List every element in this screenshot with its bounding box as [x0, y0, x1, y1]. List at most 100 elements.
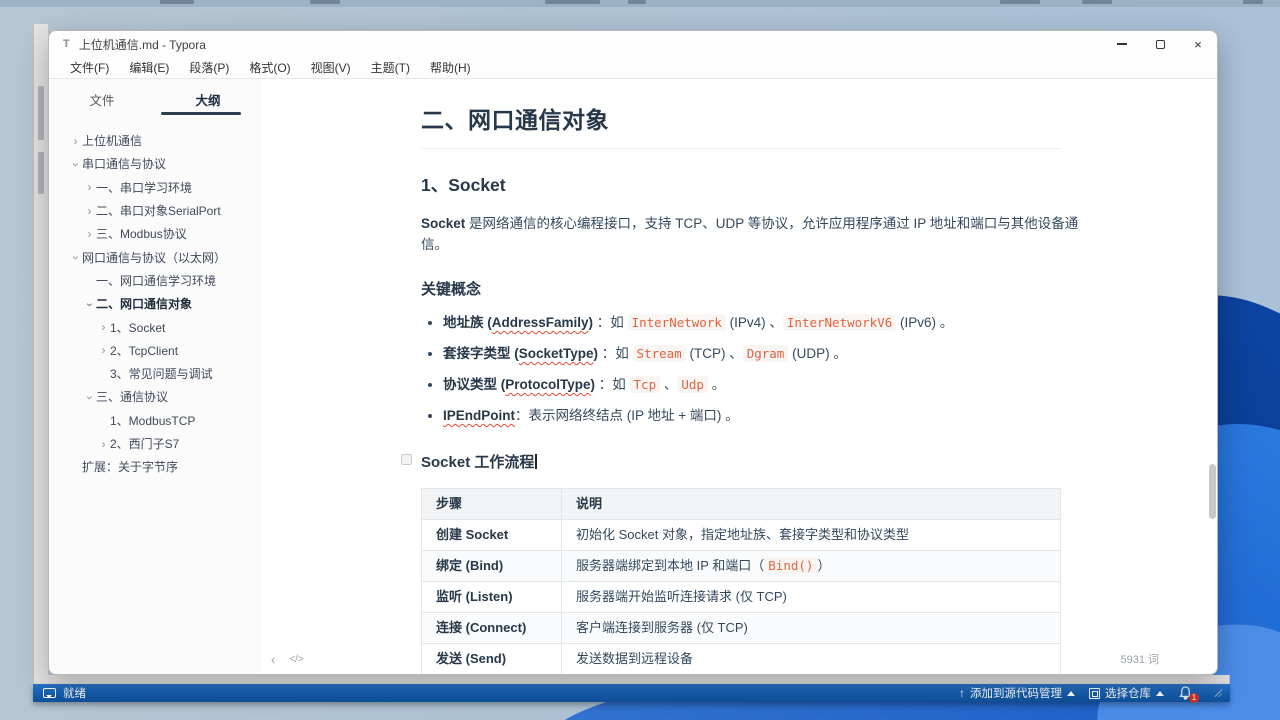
outline-item[interactable]: › 二、串口对象SerialPort — [49, 199, 261, 222]
table-row[interactable]: 连接 (Connect) 客户端连接到服务器 (仅 TCP) — [421, 611, 1061, 644]
title-bar[interactable]: T 上位机通信.md - Typora × — [49, 31, 1217, 57]
add-to-source-control-button[interactable]: ↑ 添加到源代码管理 — [959, 685, 1075, 701]
concept-item[interactable]: IPEndPoint：表示网络终结点 (IP 地址 + 端口) 。 — [443, 406, 1061, 426]
table-row[interactable]: 监听 (Listen) 服务器端开始监听连接请求 (仅 TCP) — [421, 580, 1061, 613]
cell-step: 绑定 (Bind) — [421, 549, 562, 582]
minimize-icon — [1117, 43, 1127, 45]
concept-item[interactable]: 套接字类型 (SocketType) ：如 Stream (TCP) 、Dgra… — [443, 344, 1061, 364]
minimize-button[interactable] — [1103, 31, 1141, 57]
cell-step: 监听 (Listen) — [421, 580, 562, 613]
doc-h2-socket[interactable]: 1、Socket — [421, 172, 1061, 197]
heading-anchor-icon[interactable] — [401, 453, 412, 465]
chevron-down-icon[interactable]: › — [83, 298, 97, 311]
background-window-mark — [1243, 0, 1263, 4]
outline-item[interactable]: › 三、Modbus协议 — [49, 222, 261, 245]
chevron-down-icon[interactable]: › — [83, 391, 97, 404]
background-window-mark — [160, 0, 194, 4]
menu-help[interactable]: 帮助(H) — [421, 57, 480, 78]
outline-label: 1、ModbusTCP — [110, 413, 196, 428]
notifications-button[interactable]: 1 — [1178, 686, 1199, 703]
chevron-right-icon[interactable]: › — [83, 227, 96, 241]
chevron-right-icon[interactable]: › — [83, 180, 96, 194]
maximize-button[interactable] — [1141, 31, 1179, 57]
concept-term: AddressFamily — [491, 314, 589, 330]
sidebar-toggle-icon[interactable]: ‹ — [271, 652, 275, 667]
outline-item[interactable]: › 一、串口学习环境 — [49, 176, 261, 199]
concept-item[interactable]: 协议类型 (ProtocolType) ：如 Tcp 、Udp 。 — [443, 375, 1061, 395]
outline-item-current[interactable]: › 二、网口通信对象 — [49, 292, 261, 315]
outline-label: 一、串口学习环境 — [96, 180, 193, 195]
outline-item[interactable]: › 上位机通信 — [49, 129, 261, 152]
resize-grip[interactable] — [1214, 689, 1222, 697]
chevron-right-icon[interactable]: › — [97, 343, 110, 357]
chevron-right-icon[interactable]: › — [97, 437, 110, 451]
socket-flow-table[interactable]: 步骤 说明 创建 Socket 初始化 Socket 对象，指定地址族、套接字类型… — [421, 487, 1061, 674]
chevron-right-icon[interactable]: › — [97, 320, 110, 334]
tab-files[interactable]: 文件 — [49, 85, 155, 115]
concept-bold: 地址族 ( — [443, 314, 492, 330]
concept-term: ProtocolType — [505, 376, 591, 392]
vs-vertical-tab[interactable] — [38, 152, 44, 194]
caret-up-icon — [1067, 690, 1075, 696]
outline-item[interactable]: › 2、TcpClient — [49, 339, 261, 362]
cell-text: 客户端连接到服务器 (仅 TCP) — [576, 619, 748, 635]
inline-code: Tcp — [629, 375, 661, 393]
concept-text: ：如 — [598, 345, 633, 361]
outline-label: 扩展：关于字节序 — [82, 460, 179, 475]
outline-item[interactable]: 扩展：关于字节序 — [49, 455, 261, 478]
inline-code: InterNetwork — [627, 313, 726, 331]
doc-h1[interactable]: 二、网口通信对象 — [421, 101, 1061, 149]
outline-item[interactable]: › 2、西门子S7 — [49, 432, 261, 455]
doc-intro[interactable]: Socket 是网络通信的核心编程接口，支持 TCP、UDP 等协议，允许应用程… — [421, 214, 1081, 256]
chevron-right-icon[interactable]: › — [83, 204, 96, 218]
concept-text: ：如 — [593, 314, 628, 330]
vs-status-bar: 就绪 ↑ 添加到源代码管理 选择仓库 1 — [33, 684, 1230, 703]
vertical-scrollbar-thumb[interactable] — [1209, 464, 1216, 519]
vs-toolwindow-strip — [33, 24, 48, 675]
cell-text: ） — [817, 557, 831, 573]
table-row[interactable]: 创建 Socket 初始化 Socket 对象，指定地址族、套接字类型和协议类型 — [421, 518, 1061, 551]
doc-h3-concepts[interactable]: 关键概念 — [421, 278, 1061, 299]
outline-item[interactable]: › 串口通信与协议 — [49, 152, 261, 175]
menu-file[interactable]: 文件(F) — [61, 57, 118, 78]
select-repository-button[interactable]: 选择仓库 — [1089, 685, 1164, 701]
feedback-icon[interactable] — [43, 688, 56, 698]
chevron-down-icon[interactable]: › — [69, 251, 83, 264]
document-body[interactable]: 二、网口通信对象 1、Socket Socket 是网络通信的核心编程接口，支持… — [261, 79, 1078, 674]
chevron-down-icon[interactable]: › — [69, 158, 83, 171]
text-cursor — [535, 453, 537, 469]
vs-status-text: 就绪 — [63, 688, 86, 700]
repository-icon — [1089, 687, 1100, 699]
tab-outline[interactable]: 大纲 — [155, 85, 261, 115]
menu-edit[interactable]: 编辑(E) — [120, 57, 178, 78]
outline-item[interactable]: › 1、Socket — [49, 315, 261, 338]
menu-theme[interactable]: 主题(T) — [362, 57, 419, 78]
flow-heading-text: Socket 工作流程 — [421, 453, 535, 471]
background-window-mark — [1082, 0, 1112, 4]
outline-item[interactable]: 3、常见问题与调试 — [49, 362, 261, 385]
outline-item[interactable]: › 三、通信协议 — [49, 385, 261, 408]
doc-h3-flow[interactable]: Socket 工作流程 — [401, 451, 1061, 472]
menu-format[interactable]: 格式(O) — [240, 57, 299, 78]
vs-vertical-tab[interactable] — [38, 86, 44, 140]
background-window-mark — [310, 0, 340, 4]
chevron-right-icon[interactable]: › — [69, 134, 82, 148]
inline-code: Stream — [632, 344, 686, 362]
source-code-mode-icon[interactable]: </> — [289, 654, 303, 665]
table-row[interactable]: 绑定 (Bind) 服务器端绑定到本地 IP 和端口（ Bind()） — [421, 549, 1061, 582]
outline-label: 上位机通信 — [82, 134, 143, 149]
add-to-source-control-label: 添加到源代码管理 — [970, 688, 1062, 700]
outline-item[interactable]: 一、网口通信学习环境 — [49, 269, 261, 292]
editor-pane[interactable]: 二、网口通信对象 1、Socket Socket 是网络通信的核心编程接口，支持… — [261, 79, 1217, 674]
menu-bar: 文件(F) 编辑(E) 段落(P) 格式(O) 视图(V) 主题(T) 帮助(H… — [49, 57, 1217, 79]
concept-term: IPEndPoint — [443, 408, 515, 424]
desktop: 就绪 ↑ 添加到源代码管理 选择仓库 1 T 上位机通信.md - Typora… — [0, 0, 1280, 720]
outline-item[interactable]: 1、ModbusTCP — [49, 409, 261, 432]
outline-label: 2、TcpClient — [110, 343, 179, 358]
concept-text: 、 — [660, 376, 678, 392]
menu-paragraph[interactable]: 段落(P) — [180, 57, 238, 78]
menu-view[interactable]: 视图(V) — [302, 57, 360, 78]
concept-item[interactable]: 地址族 (AddressFamily) ：如 InterNetwork (IPv… — [443, 313, 1061, 333]
close-button[interactable]: × — [1179, 31, 1217, 57]
outline-item[interactable]: › 网口通信与协议（以太网） — [49, 245, 261, 268]
